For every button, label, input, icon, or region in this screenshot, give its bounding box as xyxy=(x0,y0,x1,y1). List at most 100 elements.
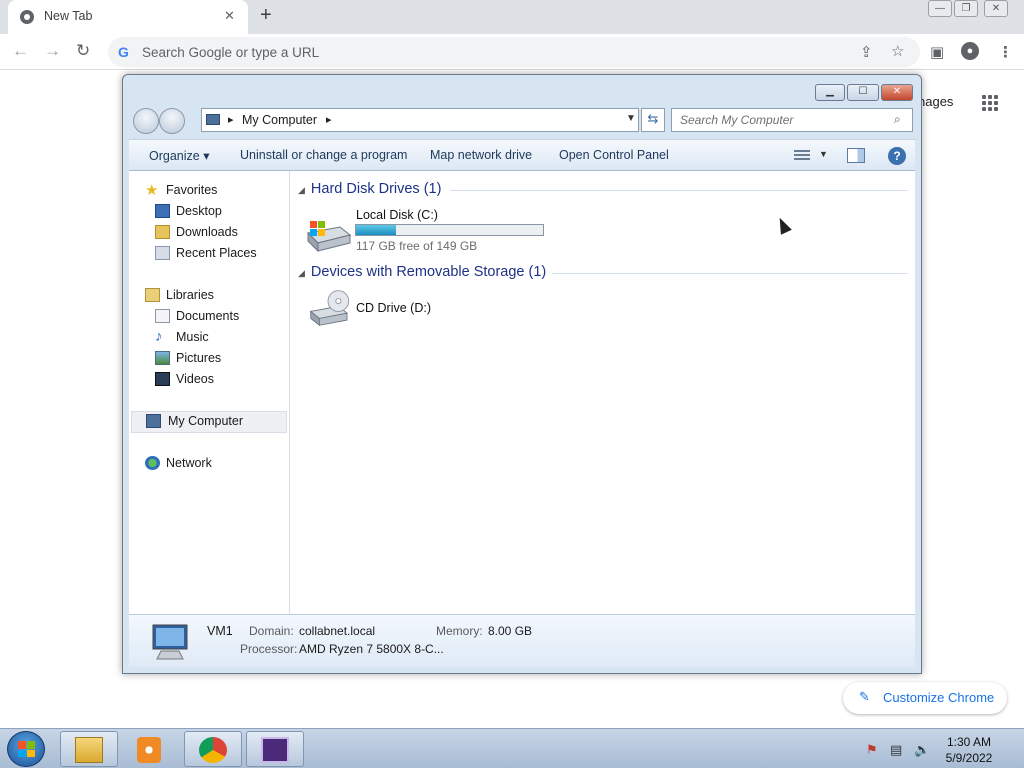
music-icon: ♪ xyxy=(155,328,163,345)
drive-name: Local Disk (C:) xyxy=(356,208,438,222)
google-g-icon: G xyxy=(118,44,129,60)
menu-dots-icon[interactable]: ⋮ xyxy=(998,43,1013,61)
nav-videos[interactable]: Videos xyxy=(155,370,275,390)
restore-browser-button[interactable]: ❐ xyxy=(954,0,978,17)
help-icon[interactable]: ? xyxy=(888,147,906,165)
domain-label: Domain: xyxy=(249,624,294,638)
preview-pane-icon[interactable] xyxy=(847,148,865,163)
nav-desktop[interactable]: Desktop xyxy=(155,202,275,222)
clock[interactable]: 1:30 AM 5/9/2022 xyxy=(938,734,1000,766)
details-pane: VM1 Domain: collabnet.local Memory: 8.00… xyxy=(129,614,915,667)
group-title: Hard Disk Drives (1) xyxy=(310,181,442,197)
drive-usage-bar xyxy=(355,224,544,236)
nav-label: Pictures xyxy=(176,351,222,365)
pencil-icon: ✎ xyxy=(859,689,870,704)
star-icon: ★ xyxy=(145,182,159,199)
computer-icon xyxy=(206,114,220,125)
breadcrumb-arrow-icon[interactable]: ▸ xyxy=(228,113,234,126)
volume-icon[interactable]: 🔈 xyxy=(914,742,930,758)
nav-label: Music xyxy=(176,330,209,344)
recent-places-icon xyxy=(155,246,170,260)
drive-cd[interactable]: CD Drive (D:) xyxy=(298,287,498,335)
omnibox[interactable]: G Search Google or type a URL ⇪ ☆ xyxy=(108,37,920,67)
file-explorer-icon xyxy=(75,737,103,763)
taskbar-chrome[interactable] xyxy=(184,731,242,767)
nav-favorites[interactable]: ★ Favorites xyxy=(145,181,275,201)
back-button[interactable] xyxy=(133,108,159,134)
reload-icon[interactable]: ↻ xyxy=(76,41,90,61)
omnibox-placeholder[interactable]: Search Google or type a URL xyxy=(142,45,319,60)
nav-downloads[interactable]: Downloads xyxy=(155,223,275,243)
tab-title: New Tab xyxy=(44,9,93,23)
address-bar[interactable]: ▸ My Computer ▸ ▼ xyxy=(201,108,639,132)
media-player-icon xyxy=(137,737,161,763)
start-button[interactable] xyxy=(7,731,45,767)
share-icon[interactable]: ⇪ xyxy=(860,43,873,61)
computer-name: VM1 xyxy=(207,624,233,638)
hard-disk-icon xyxy=(306,221,352,253)
nav-label: Network xyxy=(166,456,212,470)
content-pane: ◢ Hard Disk Drives (1) Local Disk (C:) 11… xyxy=(290,171,915,614)
address-dropdown-icon[interactable]: ▼ xyxy=(626,113,636,124)
back-icon[interactable]: ← xyxy=(12,41,29,61)
tab-close-icon[interactable]: ✕ xyxy=(224,8,235,24)
chrome-icon xyxy=(199,737,227,763)
memory-value: 8.00 GB xyxy=(488,624,533,638)
forward-button[interactable] xyxy=(159,108,185,134)
customize-chrome-button[interactable]: ✎ Customize Chrome xyxy=(843,682,1007,714)
breadcrumb-my-computer[interactable]: My Computer xyxy=(242,113,317,127)
drive-local-disk[interactable]: Local Disk (C:) 117 GB free of 149 GB xyxy=(298,207,588,255)
apps-grid-icon[interactable] xyxy=(982,95,998,111)
minimize-explorer-button[interactable]: ▁ xyxy=(815,84,845,101)
nav-libraries[interactable]: Libraries xyxy=(145,286,275,306)
taskbar-app[interactable] xyxy=(246,731,304,767)
bookmark-star-icon[interactable]: ☆ xyxy=(891,42,904,60)
group-hard-disk-drives[interactable]: ◢ Hard Disk Drives (1) xyxy=(298,181,441,197)
change-view-icon[interactable] xyxy=(794,148,810,162)
forward-icon[interactable]: → xyxy=(44,41,61,61)
taskbar-media-player[interactable] xyxy=(122,731,180,767)
breadcrumb-arrow-icon[interactable]: ▸ xyxy=(326,113,332,126)
collapse-triangle-icon[interactable]: ◢ xyxy=(298,185,305,195)
nav-recent-places[interactable]: Recent Places xyxy=(155,244,275,264)
tab-new-tab[interactable]: New Tab ✕ xyxy=(8,0,248,34)
nav-network[interactable]: Network xyxy=(145,454,275,474)
group-removable-storage[interactable]: ◢ Devices with Removable Storage (1) xyxy=(298,264,546,280)
nav-documents[interactable]: Documents xyxy=(155,307,275,327)
pictures-icon xyxy=(155,351,170,365)
organize-button[interactable]: Organize ▾ xyxy=(149,148,209,163)
taskbar: ⚑ ▤ 🔈 1:30 AM 5/9/2022 xyxy=(0,728,1024,768)
group-divider xyxy=(552,273,908,274)
nav-music[interactable]: ♪ Music xyxy=(155,328,275,348)
uninstall-program-button[interactable]: Uninstall or change a program xyxy=(240,148,407,162)
action-center-flag-icon[interactable]: ⚑ xyxy=(866,742,878,758)
network-tray-icon[interactable]: ▤ xyxy=(890,742,902,758)
search-placeholder[interactable]: Search My Computer xyxy=(680,113,793,127)
collapse-triangle-icon[interactable]: ◢ xyxy=(298,268,305,278)
view-dropdown-icon[interactable]: ▼ xyxy=(819,149,828,159)
downloads-folder-icon xyxy=(155,225,170,239)
navigation-pane: ★ Favorites Desktop Downloads Recent Pla… xyxy=(129,171,290,614)
close-explorer-button[interactable]: ✕ xyxy=(881,84,913,101)
nav-pictures[interactable]: Pictures xyxy=(155,349,275,369)
domain-value: collabnet.local xyxy=(299,624,376,638)
maximize-explorer-button[interactable]: ☐ xyxy=(847,84,879,101)
nav-label: Favorites xyxy=(166,183,218,197)
profile-icon[interactable]: ● xyxy=(961,42,979,60)
search-box[interactable]: Search My Computer ⌕ xyxy=(671,108,913,132)
nav-my-computer[interactable]: My Computer xyxy=(131,411,287,433)
clock-date: 5/9/2022 xyxy=(945,751,993,765)
open-control-panel-button[interactable]: Open Control Panel xyxy=(559,148,669,162)
taskbar-file-explorer[interactable] xyxy=(60,731,118,767)
close-browser-button[interactable]: ✕ xyxy=(984,0,1008,17)
nav-label: Videos xyxy=(176,372,214,386)
new-tab-button[interactable]: + xyxy=(260,4,272,27)
map-network-drive-button[interactable]: Map network drive xyxy=(430,148,532,162)
images-link[interactable]: nages xyxy=(918,94,953,109)
side-panel-icon[interactable]: ▣ xyxy=(930,43,944,61)
nav-label: Documents xyxy=(176,309,240,323)
chrome-tabstrip: New Tab ✕ + — ❐ ✕ xyxy=(0,0,1024,34)
minimize-browser-button[interactable]: — xyxy=(928,0,952,17)
refresh-icon[interactable]: ⇆ xyxy=(641,108,665,132)
search-icon[interactable]: ⌕ xyxy=(894,112,901,127)
